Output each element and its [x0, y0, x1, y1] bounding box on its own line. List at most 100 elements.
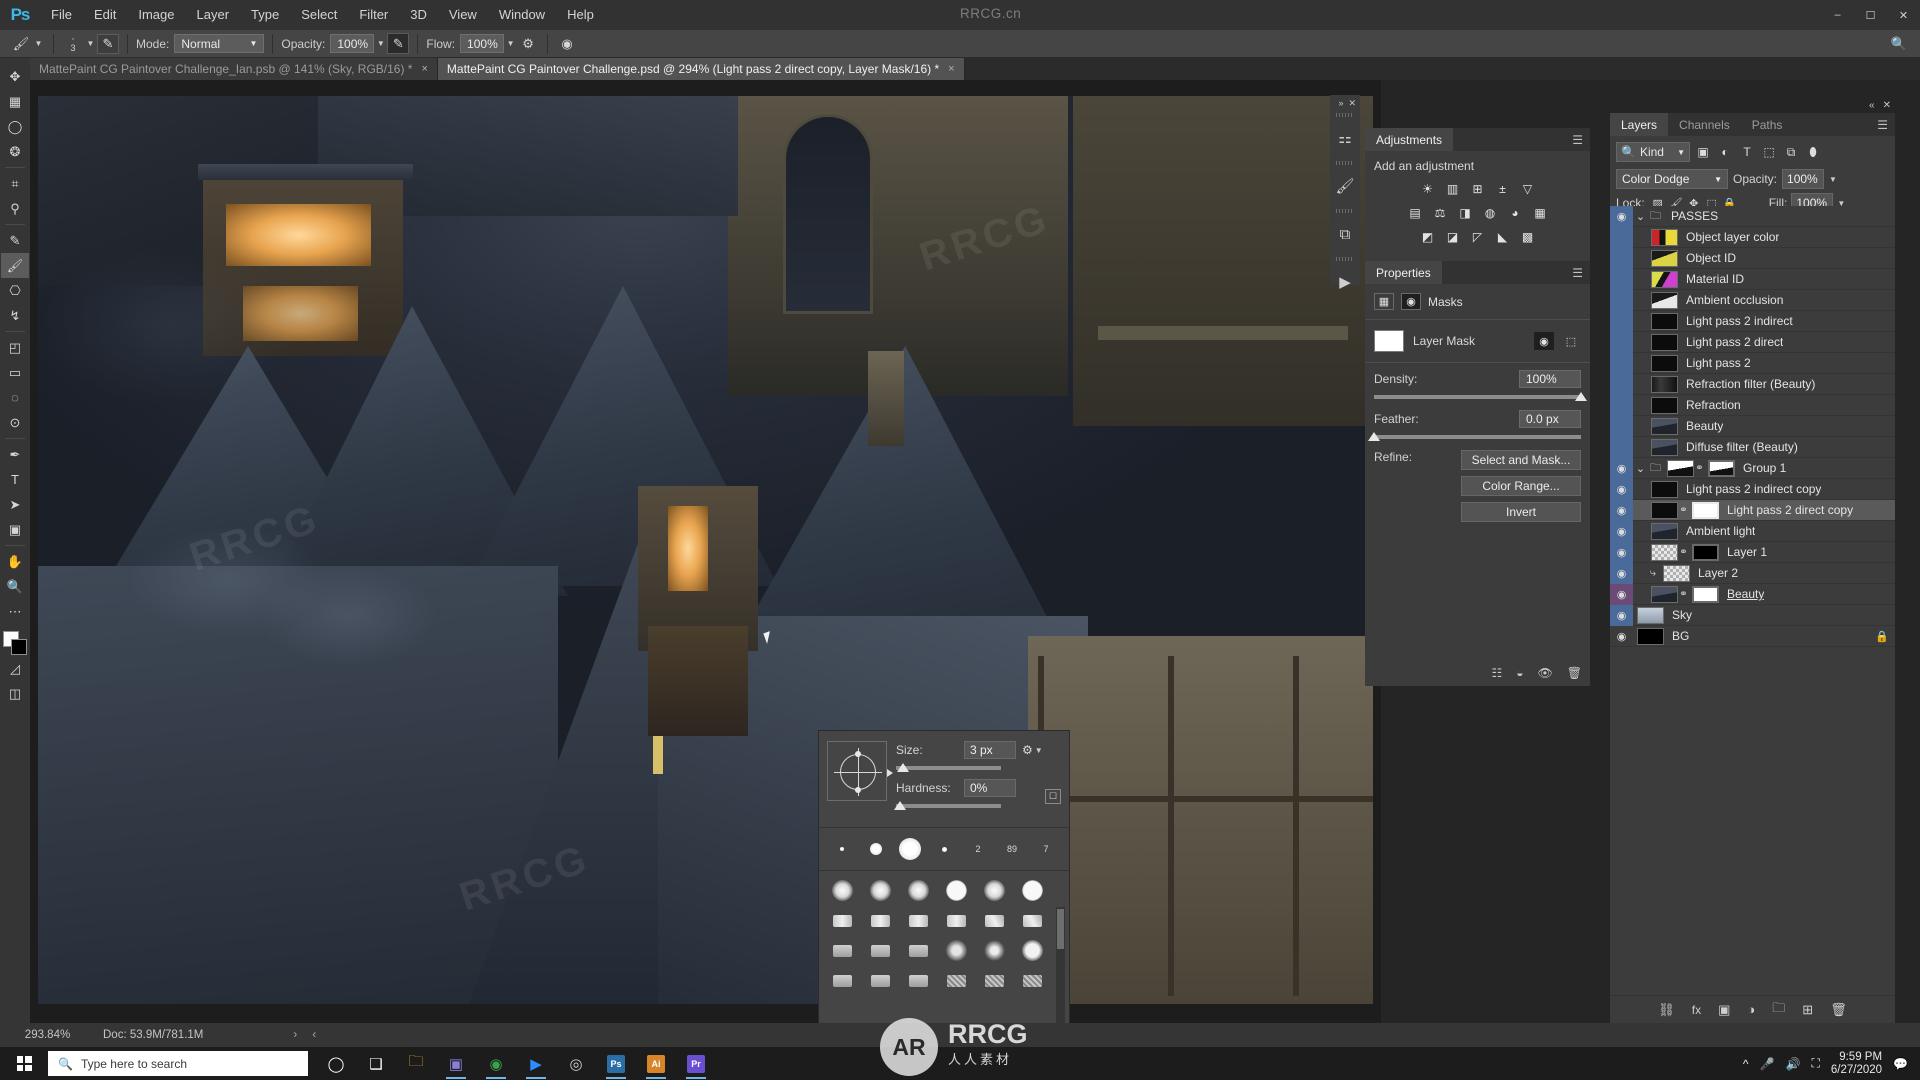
crop-tool[interactable]: ⌗ [1, 171, 29, 196]
add-layer-mask-icon[interactable]: ▣ [1718, 1002, 1730, 1018]
layer-thumbnail[interactable] [1663, 564, 1690, 582]
color-lookup-icon[interactable]: ▦ [1531, 203, 1550, 222]
layer-row[interactable]: ◉ BG 🔒 [1610, 626, 1895, 647]
layer-thumbnail[interactable] [1651, 249, 1678, 267]
layer-thumbnail[interactable] [1651, 375, 1678, 393]
layer-thumbnail[interactable] [1651, 480, 1678, 498]
menu-filter[interactable]: Filter [348, 0, 399, 30]
new-group-icon[interactable]: 🗀 [1772, 999, 1785, 1021]
photos-icon[interactable]: ▣ [438, 1047, 474, 1080]
layer-name[interactable]: PASSES [1671, 209, 1718, 223]
eye-hidden-icon[interactable] [1610, 310, 1633, 332]
pen-tool[interactable]: ✒ [1, 442, 29, 467]
filter-toggle-icon[interactable]: ⬮ [1802, 142, 1824, 162]
menu-type[interactable]: Type [240, 0, 290, 30]
layer-name[interactable]: Sky [1672, 608, 1692, 622]
path-selection-tool[interactable]: ➤ [1, 492, 29, 517]
eye-hidden-icon[interactable] [1610, 415, 1633, 437]
dodge-tool[interactable]: ⊙ [1, 410, 29, 435]
layer-mask-thumbnail[interactable] [1374, 330, 1404, 352]
chevron-down-icon[interactable]: ▼ [1035, 746, 1043, 755]
eye-hidden-icon[interactable] [1610, 247, 1633, 269]
vibrance-icon[interactable]: ▽ [1518, 179, 1537, 198]
panel-menu-icon[interactable]: ☰ [1572, 128, 1590, 151]
layer-thumbnail[interactable] [1651, 585, 1678, 603]
layer-blend-mode-select[interactable]: Color Dodge ▼ [1616, 169, 1728, 189]
menu-file[interactable]: File [40, 0, 83, 30]
layer-row[interactable]: ◉ ⌄ 🗀 PASSES [1610, 206, 1895, 227]
quick-selection-tool[interactable]: ❂ [1, 139, 29, 164]
panel-menu-icon[interactable]: ☰ [1572, 261, 1590, 284]
history-brush-tool[interactable]: ↯ [1, 303, 29, 328]
brush-hardness-slider-knob[interactable] [894, 801, 906, 810]
angled-brush[interactable] [1015, 908, 1049, 933]
soft-round-brush[interactable] [901, 878, 935, 903]
filter-type-icon[interactable]: T [1736, 142, 1758, 162]
eye-hidden-icon[interactable] [1610, 289, 1633, 311]
menu-help[interactable]: Help [556, 0, 605, 30]
collapse-icon[interactable]: « [1869, 100, 1875, 111]
layer-list[interactable]: ◉ ⌄ 🗀 PASSES Object layer color Object ID Mate… [1610, 206, 1895, 995]
status-arrows[interactable]: › ‹ [293, 1029, 322, 1041]
layer-thumbnail[interactable] [1651, 522, 1678, 540]
tab-adjustments[interactable]: Adjustments [1365, 128, 1454, 151]
square-brush[interactable] [863, 968, 897, 993]
brush-panel-toggle-icon[interactable]: ✎ [97, 33, 119, 54]
eye-visible-icon[interactable]: ◉ [1610, 520, 1633, 542]
layer-name[interactable]: Light pass 2 direct copy [1727, 503, 1853, 517]
brush-angle-arrow-icon[interactable] [887, 769, 893, 777]
blur-tool[interactable]: ◌ [1, 385, 29, 410]
microphone-icon[interactable]: 🎤 [1760, 1057, 1775, 1071]
link-icon[interactable]: ⚭ [1694, 463, 1705, 474]
invert-button[interactable]: Invert [1461, 502, 1581, 522]
lasso-tool[interactable]: ◯ [1, 114, 29, 139]
delete-layer-icon[interactable]: 🗑 [1830, 1002, 1847, 1018]
layer-thumbnail[interactable] [1651, 312, 1678, 330]
layer-name[interactable]: Refraction [1686, 398, 1741, 412]
tab-paths[interactable]: Paths [1740, 113, 1794, 136]
layer-row[interactable]: ◉ Ambient light [1610, 520, 1895, 542]
eye-hidden-icon[interactable] [1610, 331, 1633, 353]
angled-brush[interactable] [977, 908, 1011, 933]
brush-preset-3[interactable] [893, 836, 927, 862]
menu-edit[interactable]: Edit [83, 0, 127, 30]
layer-row[interactable]: ◉ ⤷ Layer 2 [1610, 562, 1895, 584]
layer-thumbnail[interactable] [1651, 291, 1678, 309]
brush-preset-7[interactable]: 7 [1029, 836, 1063, 862]
panel-menu-icon[interactable]: ☰ [1877, 113, 1895, 136]
flow-caret-icon[interactable]: ▼ [504, 34, 517, 54]
clone-stamp-tool[interactable]: ⎔ [1, 278, 29, 303]
filter-pixel-icon[interactable]: ▣ [1692, 142, 1714, 162]
black-white-icon[interactable]: ◨ [1456, 203, 1475, 222]
eye-hidden-icon[interactable] [1610, 373, 1633, 395]
layer-row[interactable]: Refraction filter (Beauty) [1610, 373, 1895, 395]
flat-brush[interactable] [901, 908, 935, 933]
eye-hidden-icon[interactable] [1610, 436, 1633, 458]
volume-icon[interactable]: 🔊 [1786, 1057, 1801, 1071]
brush-handle-top[interactable] [855, 751, 861, 757]
eyedropper-tool[interactable]: ⚲ [1, 196, 29, 221]
scrollbar-thumb[interactable] [1057, 909, 1064, 949]
toggle-mask-icon[interactable]: 👁 [1538, 666, 1553, 680]
menu-image[interactable]: Image [127, 0, 185, 30]
brush-tool-preset-icon[interactable]: 🖌 [10, 33, 32, 54]
threshold-icon[interactable]: ◸ [1468, 227, 1487, 246]
channel-mixer-icon[interactable]: ◕ [1506, 203, 1525, 222]
document-tab-0[interactable]: MattePaint CG Paintover Challenge_Ian.ps… [30, 58, 438, 80]
chevron-down-icon[interactable]: ⌄ [1633, 462, 1648, 475]
blend-mode-select[interactable]: Normal ▼ [174, 34, 265, 53]
eye-visible-icon[interactable]: ◉ [1610, 562, 1633, 584]
layer-row[interactable]: ◉ Light pass 2 indirect copy [1610, 478, 1895, 500]
close-button[interactable]: ✕ [1887, 0, 1920, 30]
layer-thumbnail[interactable] [1651, 417, 1678, 435]
canvas-area[interactable]: RRCG RRCG RRCG [30, 80, 1381, 1023]
layer-name[interactable]: Light pass 2 indirect copy [1686, 482, 1821, 496]
menu-window[interactable]: Window [488, 0, 556, 30]
new-layer-icon[interactable]: ⊞ [1802, 1002, 1813, 1018]
zoom-icon[interactable]: ▶ [518, 1047, 554, 1080]
levels-icon[interactable]: ▥ [1443, 179, 1462, 198]
pixel-mask-icon[interactable]: ▦ [1374, 293, 1394, 310]
brush-preset-caret-icon[interactable]: ▼ [32, 34, 45, 54]
layer-row[interactable]: ◉ Sky [1610, 604, 1895, 626]
brush-hardness-slider[interactable] [894, 801, 1001, 810]
